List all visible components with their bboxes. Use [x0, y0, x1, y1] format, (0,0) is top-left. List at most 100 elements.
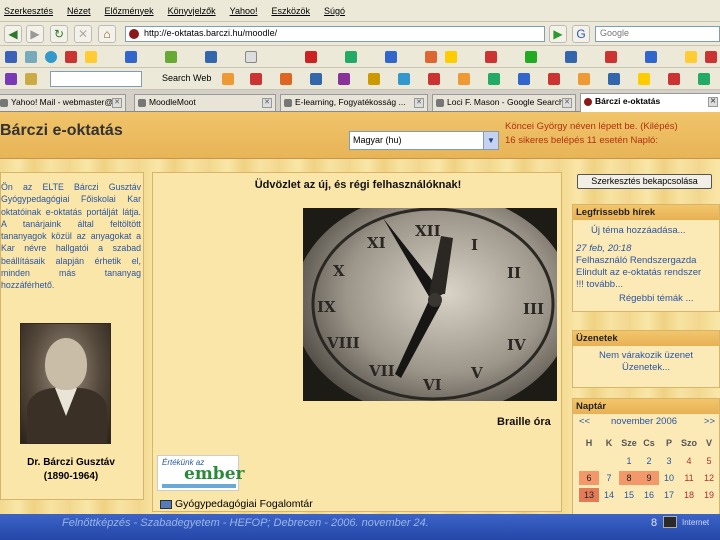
calendar-day[interactable]: 6 — [579, 471, 599, 485]
url-field[interactable]: http://e-oktatas.barczi.hu/moodle/ — [125, 26, 545, 42]
bookmark-icon[interactable] — [345, 51, 357, 63]
calendar-day[interactable]: 11 — [679, 471, 699, 485]
bookmark-icon[interactable] — [65, 51, 77, 63]
menu-edit[interactable]: Szerkesztés — [4, 6, 53, 16]
forward-arrow-icon[interactable]: ▶ — [26, 25, 44, 43]
calendar-day[interactable]: 5 — [699, 454, 719, 468]
bookmark-icon[interactable] — [605, 51, 617, 63]
toolbar-icon[interactable] — [368, 73, 380, 85]
back-arrow-icon[interactable]: ◀ — [4, 25, 22, 43]
close-tab-icon[interactable]: ✕ — [262, 98, 272, 108]
calendar-day[interactable]: 8 — [619, 471, 639, 485]
close-tab-icon[interactable]: ✕ — [708, 97, 718, 107]
toolbar-icon[interactable] — [310, 73, 322, 85]
close-tab-icon[interactable]: ✕ — [414, 98, 424, 108]
bookmark-icon[interactable] — [645, 51, 657, 63]
toolbar-icon[interactable] — [280, 73, 292, 85]
search-input[interactable]: Google — [595, 26, 720, 42]
news-read-more-link[interactable]: !!! tovább... — [576, 279, 720, 291]
stop-icon[interactable]: ✕ — [74, 25, 92, 43]
calendar-day[interactable]: 13 — [579, 488, 599, 502]
calendar-day[interactable]: 14 — [599, 488, 619, 502]
calendar-day[interactable]: 15 — [619, 488, 639, 502]
bookmark-icon[interactable] — [485, 51, 497, 63]
chevron-down-icon[interactable]: ▼ — [483, 132, 498, 149]
bookmark-icon[interactable] — [425, 51, 437, 63]
menu-history[interactable]: Előzmények — [105, 6, 154, 16]
edit-mode-button[interactable]: Szerkesztés bekapcsolása — [577, 174, 712, 189]
tab-barczi-active[interactable]: Bárczi e-oktatás ✕ — [580, 93, 720, 112]
toolbar-search-button[interactable]: Search Web — [162, 73, 211, 83]
login-info[interactable]: Köncei György néven lépett be. (Kilépés) — [505, 121, 678, 132]
bookmark-icon[interactable] — [245, 51, 257, 63]
calendar-day[interactable]: 10 — [659, 471, 679, 485]
older-topics-link[interactable]: Régebbi témák ... — [619, 293, 693, 304]
toolbar-icon[interactable] — [398, 73, 410, 85]
menu-yahoo[interactable]: Yahoo! — [230, 6, 258, 16]
bookmark-icon[interactable] — [165, 51, 177, 63]
home-icon[interactable]: ⌂ — [98, 25, 116, 43]
calendar-day[interactable]: 3 — [659, 454, 679, 468]
bookmark-icon[interactable] — [125, 51, 137, 63]
calendar-day[interactable] — [599, 454, 619, 468]
calendar-day[interactable]: 17 — [659, 488, 679, 502]
toolbar-icon[interactable] — [608, 73, 620, 85]
calendar-day[interactable]: 4 — [679, 454, 699, 468]
toolbar-icon[interactable] — [458, 73, 470, 85]
bookmark-icon[interactable] — [385, 51, 397, 63]
bookmark-icon[interactable] — [525, 51, 537, 63]
toolbar-search-input[interactable] — [50, 71, 142, 87]
tab-google-search[interactable]: Loci F. Mason - Google Search ✕ — [432, 94, 576, 111]
calendar-day[interactable] — [579, 454, 599, 468]
close-tab-icon[interactable]: ✕ — [112, 98, 122, 108]
menu-tools[interactable]: Eszközök — [271, 6, 310, 16]
bookmark-icon[interactable] — [705, 51, 717, 63]
google-toolbar-icon[interactable] — [5, 51, 17, 63]
calendar-day[interactable]: 12 — [699, 471, 719, 485]
bookmark-icon[interactable] — [565, 51, 577, 63]
globe-icon[interactable] — [45, 51, 57, 63]
menu-help[interactable]: Súgó — [324, 6, 345, 16]
toolbar-icon[interactable] — [428, 73, 440, 85]
messages-link[interactable]: Üzenetek... — [573, 362, 719, 374]
glossary-link[interactable]: Gyógypedagógiai Fogalomtár — [160, 498, 313, 510]
calendar-day[interactable]: 18 — [679, 488, 699, 502]
toolbar-icon[interactable] — [222, 73, 234, 85]
reload-icon[interactable]: ↻ — [50, 25, 68, 43]
bookmark-icon[interactable] — [25, 51, 37, 63]
calendar-day[interactable]: 1 — [619, 454, 639, 468]
next-month-link[interactable]: >> — [704, 416, 715, 427]
toolbar-icon[interactable] — [548, 73, 560, 85]
toolbar-icon[interactable] — [338, 73, 350, 85]
tab-yahoo-mail[interactable]: Yahoo! Mail - webmaster@... ✕ — [0, 94, 126, 111]
calendar-day[interactable]: 9 — [639, 471, 659, 485]
toolbar-icon[interactable] — [518, 73, 530, 85]
login-stats[interactable]: 16 sikeres belépés 11 esetén Napló: — [505, 135, 658, 146]
yahoo-icon[interactable] — [5, 73, 17, 85]
google-engine-icon[interactable]: G — [572, 25, 590, 43]
add-topic-link[interactable]: Új téma hozzáadása... — [591, 225, 686, 236]
toolbar-icon[interactable] — [638, 73, 650, 85]
toolbar-icon[interactable] — [488, 73, 500, 85]
go-button-icon[interactable]: ▶ — [549, 25, 567, 43]
tab-elearning[interactable]: E-learning, Fogyatékosság ... ✕ — [280, 94, 428, 111]
bookmark-icon[interactable] — [445, 51, 457, 63]
menu-bookmarks[interactable]: Könyvjelzők — [168, 6, 216, 16]
toolbar-icon[interactable] — [250, 73, 262, 85]
calendar-day[interactable]: 7 — [599, 471, 619, 485]
menu-view[interactable]: Nézet — [67, 6, 91, 16]
bookmark-icon[interactable] — [685, 51, 697, 63]
toolbar-icon[interactable] — [668, 73, 680, 85]
pencil-icon[interactable] — [25, 73, 37, 85]
close-tab-icon[interactable]: ✕ — [562, 98, 572, 108]
program-logo[interactable]: Értékünk az ember — [157, 455, 244, 491]
prev-month-link[interactable]: << — [579, 416, 590, 427]
bookmark-icon[interactable] — [305, 51, 317, 63]
calendar-day[interactable]: 19 — [699, 488, 719, 502]
tab-moodlemoot[interactable]: MoodleMoot ✕ — [134, 94, 276, 111]
calendar-day[interactable]: 16 — [639, 488, 659, 502]
toolbar-icon[interactable] — [578, 73, 590, 85]
language-select[interactable]: Magyar (hu) ▼ — [349, 131, 499, 150]
bookmark-icon[interactable] — [205, 51, 217, 63]
bookmark-icon[interactable] — [85, 51, 97, 63]
